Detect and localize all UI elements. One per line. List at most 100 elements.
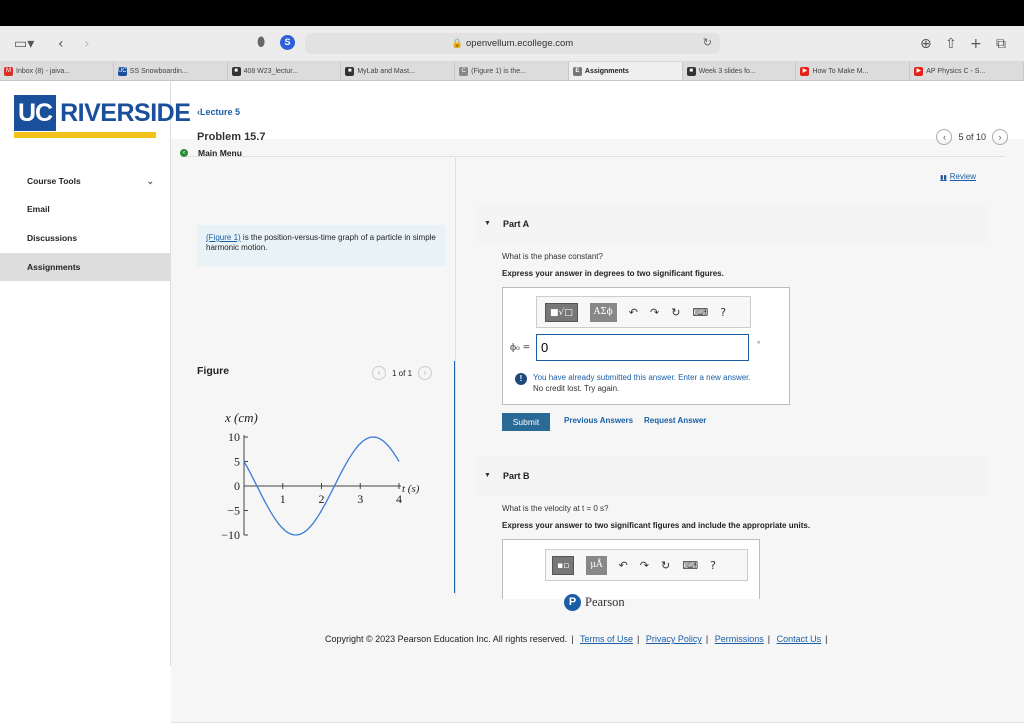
chevron-down-icon: ⌄ (146, 176, 154, 186)
figure-next-button[interactable]: › (418, 366, 433, 380)
phase-constant-input[interactable]: 0 (536, 334, 749, 361)
contact-link[interactable]: Contact Us (777, 634, 822, 644)
templates-button[interactable]: ■√□ (545, 302, 578, 322)
graph-ylabel: x (cm) (224, 410, 258, 425)
browser-tab[interactable]: C (Figure 1) is the... (455, 62, 569, 80)
main-content: ‹Lecture 5 Problem 15.7 ‹ 5 of 10 › ▮▮ Re… (171, 82, 1024, 666)
figure-link[interactable]: (Figure 1) (206, 233, 241, 242)
tab-label: (Figure 1) is the... (471, 68, 526, 75)
help-button[interactable]: ? (720, 306, 726, 319)
phi-label: ϕ₀ = (510, 343, 531, 353)
address-text: openvellum.ecollege.com (466, 38, 574, 49)
pearson-p-icon: P (564, 594, 581, 611)
next-problem-button[interactable]: › (992, 129, 1008, 145)
back-arrow-icon[interactable]: ‹ (58, 35, 64, 53)
browser-tab[interactable]: E Assignments (568, 62, 683, 80)
sidebar-item-course-tools[interactable]: Course Tools ⌄ (0, 167, 170, 195)
breadcrumb[interactable]: ‹Lecture 5 (197, 107, 240, 117)
download-icon[interactable]: ⊕ (920, 35, 932, 53)
sidebar-item-label: Course Tools (27, 176, 81, 186)
part-a-instruction: Express your answer in degrees to two si… (502, 269, 724, 278)
browser-tab[interactable]: ▶ How To Make M... (796, 62, 911, 80)
tab-label: Assignments (584, 68, 629, 75)
part-b-instruction: Express your answer to two significant f… (502, 521, 811, 530)
part-a-question: What is the phase constant? (502, 252, 603, 261)
part-b-answer-box: ▪▫ μÅ ↶ ↷ ↻ ⌨ ? (502, 539, 760, 599)
review-icon: ▮▮ (940, 175, 947, 181)
x-tick-label: 1 (280, 492, 286, 506)
lock-icon: 🔒 (451, 38, 463, 48)
tab-favicon-icon: M (4, 67, 13, 76)
pearson-logo[interactable]: P Pearson (564, 594, 625, 611)
terms-link[interactable]: Terms of Use (580, 634, 633, 644)
warning-subtext: No credit lost. Try again. (533, 384, 620, 393)
page-title: Problem 15.7 (197, 131, 266, 143)
figure-prev-button[interactable]: ‹ (372, 366, 386, 380)
collapse-triangle-icon: ▼ (484, 220, 491, 227)
address-bar[interactable]: 🔒 openvellum.ecollege.com ↻ (305, 33, 720, 54)
redo-icon[interactable]: ↷ (650, 306, 659, 319)
sidebar-item-discussions[interactable]: Discussions (0, 224, 170, 252)
tab-label: MyLab and Mast... (357, 68, 415, 75)
browser-tab[interactable]: UC SS Snowboardin... (114, 62, 228, 80)
part-b-title: Part B (503, 471, 530, 481)
figure-scrollbar[interactable] (454, 361, 455, 593)
pager-text: 5 of 10 (958, 132, 986, 142)
s-extension-icon[interactable]: S (280, 35, 295, 50)
y-tick-label: −5 (227, 504, 240, 518)
browser-tab[interactable]: M Inbox (8) - jaiva... (0, 62, 114, 80)
keyboard-icon[interactable]: ⌨ (682, 559, 698, 572)
shield-icon[interactable]: ⬮ (257, 35, 265, 50)
submit-button[interactable]: Submit (502, 413, 550, 431)
sidebar-item-assignments[interactable]: Assignments (0, 253, 170, 281)
part-a-header[interactable]: ▼ Part A (476, 204, 988, 244)
tab-favicon-icon: ■ (345, 67, 355, 76)
forward-arrow-icon[interactable]: › (84, 35, 90, 53)
browser-toolbar: ▭▾ ‹ › ⬮ S 🔒 openvellum.ecollege.com ↻ ⊕ … (0, 26, 1024, 62)
math-toolbar: ▪▫ μÅ ↶ ↷ ↻ ⌨ ? (545, 549, 748, 581)
new-tab-icon[interactable]: + (970, 35, 982, 53)
reload-icon[interactable]: ↻ (703, 33, 712, 54)
redo-icon[interactable]: ↷ (640, 559, 649, 572)
figure-pager: ‹ 1 of 1 › (372, 366, 433, 380)
tab-overview-icon[interactable]: ⧉ (996, 35, 1006, 53)
share-icon[interactable]: ⇧ (945, 35, 957, 53)
browser-tab[interactable]: ■ MyLab and Mast... (341, 62, 456, 80)
sidebar-item-email[interactable]: Email (0, 195, 170, 223)
tab-favicon-icon: ▶ (914, 67, 924, 76)
browser-tab[interactable]: ■ 408 W23_lectur... (228, 62, 342, 80)
units-button[interactable]: μÅ (586, 555, 607, 575)
keyboard-icon[interactable]: ⌨ (692, 306, 708, 319)
column-divider (455, 158, 456, 596)
x-tick-label: 4 (396, 492, 402, 506)
browser-tab[interactable]: ▶ AP Physics C - S... (910, 62, 1024, 80)
uc-riverside-logo[interactable]: UC RIVERSIDE (14, 94, 191, 132)
undo-icon[interactable]: ↶ (629, 306, 638, 319)
tab-favicon-icon: ■ (686, 67, 696, 76)
figure-label: Figure (197, 365, 230, 377)
prev-problem-button[interactable]: ‹ (936, 129, 953, 145)
greek-symbols-button[interactable]: AΣϕ (589, 302, 617, 322)
privacy-link[interactable]: Privacy Policy (646, 634, 702, 644)
sidebar-toggle-icon[interactable]: ▭▾ (14, 35, 34, 53)
reset-icon[interactable]: ↻ (661, 559, 670, 572)
math-toolbar: ■√□ AΣϕ ↶ ↷ ↻ ⌨ ? (536, 296, 751, 328)
templates-button[interactable]: ▪▫ (552, 555, 575, 575)
tab-favicon-icon: E (572, 67, 582, 76)
browser-tab[interactable]: ■ Week 3 slides fo... (683, 62, 797, 80)
request-answer-link[interactable]: Request Answer (644, 416, 706, 425)
tab-label: AP Physics C - S... (926, 68, 986, 75)
part-b-header[interactable]: ▼ Part B (476, 456, 988, 496)
previous-answers-link[interactable]: Previous Answers (564, 416, 633, 425)
problem-pager: ‹ 5 of 10 › (936, 129, 1008, 145)
undo-icon[interactable]: ↶ (619, 559, 628, 572)
pearson-brand: Pearson (585, 595, 625, 609)
help-button[interactable]: ? (710, 559, 716, 572)
permissions-link[interactable]: Permissions (715, 634, 764, 644)
review-link[interactable]: ▮▮ Review (940, 172, 976, 181)
sidebar-item-label: Discussions (27, 233, 78, 243)
tab-label: Inbox (8) - jaiva... (16, 68, 71, 75)
footer: Copyright © 2023 Pearson Education Inc. … (325, 634, 828, 644)
x-tick-label: 3 (357, 492, 363, 506)
reset-icon[interactable]: ↻ (671, 306, 680, 319)
